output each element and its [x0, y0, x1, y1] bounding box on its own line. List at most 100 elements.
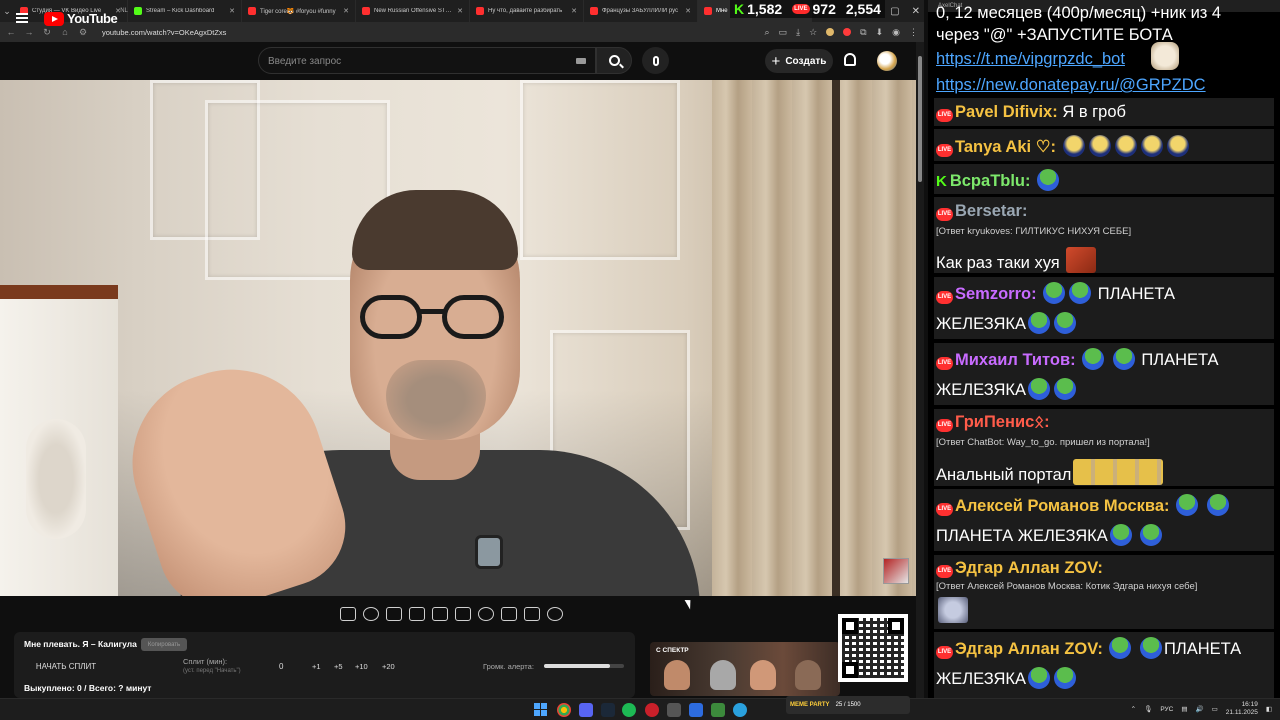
announcement-line: через "@" +ЗАПУСТИТЕ БОТА	[936, 26, 1173, 44]
forward-icon[interactable]: →	[24, 27, 34, 37]
system-tray: ⌃ 🎙 РУС ▤ 🔊 ▭ 16:19 21.11.2025 ◧	[1131, 701, 1272, 717]
scrollbar-thumb[interactable]	[918, 56, 922, 182]
reload-icon[interactable]: ↻	[42, 27, 52, 38]
picture-in-picture-icon[interactable]	[432, 607, 448, 621]
audio-icon[interactable]	[363, 607, 379, 621]
app-icon[interactable]	[667, 703, 681, 717]
browser-tab[interactable]: Stream – Kick Dashboard ✕	[128, 0, 242, 22]
app-icon[interactable]	[711, 703, 725, 717]
close-tab-icon[interactable]: ✕	[229, 7, 235, 15]
camera-icon[interactable]	[524, 607, 540, 621]
video-player[interactable]	[0, 80, 916, 596]
cast-icon[interactable]: ▭	[779, 27, 788, 38]
chat-username[interactable]: Pavel Difivix:	[955, 103, 1058, 121]
faces-emote-icon	[1073, 459, 1164, 485]
chat-username[interactable]: ВсраTblu:	[950, 172, 1031, 190]
url-field[interactable]: youtube.com/watch?v=OKeAgxDtZxs	[102, 28, 226, 37]
theater-mode-icon[interactable]	[455, 607, 471, 621]
spotify-icon[interactable]	[622, 703, 636, 717]
meme-party-widget[interactable]: MEME PARTY 25 / 1500	[786, 696, 910, 714]
tab-title: Stream – Kick Dashboard	[146, 8, 215, 14]
chat-username[interactable]: Эдгар Аллан ZOV:	[955, 559, 1103, 577]
browser-tab[interactable]: New Russian Offensive STEAM ✕	[356, 0, 470, 22]
create-button[interactable]: + Создать	[765, 49, 833, 73]
split-minutes-value[interactable]: 0	[279, 662, 283, 671]
home-icon[interactable]: ⌂	[60, 27, 70, 37]
language-indicator[interactable]: РУС	[1160, 706, 1173, 713]
add-10-button[interactable]: +10	[355, 662, 368, 671]
player-icon[interactable]	[689, 703, 703, 717]
clock[interactable]: 16:19 21.11.2025	[1226, 701, 1258, 717]
start-split-button[interactable]: НАЧАТЬ СПЛИТ	[24, 659, 108, 674]
back-icon[interactable]: ←	[6, 27, 16, 37]
site-info-icon[interactable]: ⚙	[78, 27, 88, 38]
add-20-button[interactable]: +20	[382, 662, 395, 671]
download-icon[interactable]: ⤓	[796, 27, 800, 38]
channel-watermark[interactable]	[883, 558, 909, 584]
mic-tray-icon[interactable]: 🎙	[1144, 705, 1152, 713]
copy-button[interactable]: Копировать	[141, 638, 187, 651]
chat-username[interactable]: ГриПенисᛟ:	[955, 413, 1050, 431]
popout-icon[interactable]	[501, 607, 517, 621]
tray-chevron-icon[interactable]: ⌃	[1131, 705, 1136, 713]
extension-icon[interactable]	[843, 28, 852, 36]
chat-username[interactable]: Михаил Титов:	[955, 351, 1076, 369]
battery-icon[interactable]: ▭	[1212, 705, 1218, 713]
create-button-label: Создать	[785, 55, 827, 67]
loop-icon[interactable]	[340, 607, 356, 621]
speed-icon[interactable]	[478, 607, 494, 621]
browser-tab[interactable]: Французы ЗАБУЛЛИЛИ рус ✕	[584, 0, 698, 22]
menu-icon[interactable]	[16, 13, 28, 23]
page-scrollbar[interactable]	[916, 42, 924, 698]
add-1-button[interactable]: +1	[312, 662, 321, 671]
add-5-button[interactable]: +5	[334, 662, 343, 671]
youtube-logo[interactable]: YouTube NL	[44, 8, 128, 26]
promo-banner[interactable]: С СПЕКТР	[650, 642, 840, 696]
browser-tab[interactable]: Ну что, давайте разбирать ✕	[470, 0, 584, 22]
zoom-icon[interactable]: ⌕	[765, 27, 770, 38]
notifications-bell-icon[interactable]	[844, 53, 856, 66]
alert-volume-slider[interactable]	[544, 664, 624, 668]
obs-icon[interactable]	[645, 703, 659, 717]
volume-icon[interactable]: 🔊	[1196, 705, 1204, 713]
start-menu-icon[interactable]	[534, 703, 547, 716]
discord-icon[interactable]	[579, 703, 593, 717]
chat-message: LIVE Алексей Романов Москва: ПЛАНЕТА ЖЕЛЕ…	[934, 489, 1274, 551]
search-input[interactable]	[268, 54, 558, 68]
account-avatar[interactable]	[877, 51, 897, 71]
browser-menu-icon[interactable]: ⋮	[909, 27, 918, 38]
chat-username[interactable]: Эдгар Аллан ZOV:	[955, 640, 1103, 658]
chat-message: LIVE Михаил Титов: ПЛАНЕТА ЖЕЛЕЗЯКА	[934, 343, 1274, 405]
clip-icon[interactable]	[409, 607, 425, 621]
telegram-bot-link[interactable]: https://t.me/vipgrpzdc_bot	[936, 50, 1125, 69]
network-icon[interactable]: ▤	[1181, 705, 1187, 713]
tab-search-icon[interactable]: ⌄	[0, 6, 14, 17]
voice-search-button[interactable]	[642, 47, 669, 74]
close-tab-icon[interactable]: ✕	[457, 7, 463, 15]
search-button[interactable]	[596, 47, 632, 74]
maximize-icon[interactable]: ▢	[890, 6, 899, 17]
profile-icon[interactable]: ◉	[892, 27, 900, 38]
extension-icon[interactable]	[826, 28, 835, 36]
chrome-icon[interactable]	[557, 703, 571, 717]
steam-icon[interactable]	[601, 703, 615, 717]
donate-link[interactable]: https://new.donatepay.ru/@GRPZDC	[936, 76, 1206, 95]
chat-username[interactable]: Bersetar:	[955, 202, 1027, 220]
close-tab-icon[interactable]: ✕	[343, 7, 349, 15]
close-tab-icon[interactable]: ✕	[571, 7, 577, 15]
notifications-icon[interactable]: ◧	[1266, 705, 1272, 713]
chat-username[interactable]: Алексей Романов Москва:	[955, 497, 1170, 515]
hair	[352, 190, 518, 270]
chat-username[interactable]: Semzorro:	[955, 285, 1037, 303]
settings-gear-icon[interactable]	[547, 607, 563, 621]
screenshot-icon[interactable]	[386, 607, 402, 621]
downloads-icon[interactable]: ⬇	[876, 27, 884, 38]
keyboard-icon[interactable]	[576, 58, 586, 64]
extensions-puzzle-icon[interactable]: ⧉	[860, 27, 866, 38]
close-tab-icon[interactable]: ✕	[685, 7, 691, 15]
close-window-icon[interactable]: ✕	[912, 6, 920, 17]
telegram-icon[interactable]	[733, 703, 747, 717]
browser-tab[interactable]: Tiger core🐯 #foryou #funny ✕	[242, 0, 356, 22]
windows-taskbar: ⌃ 🎙 РУС ▤ 🔊 ▭ 16:19 21.11.2025 ◧	[0, 698, 1280, 720]
bookmark-star-icon[interactable]: ☆	[809, 27, 817, 38]
